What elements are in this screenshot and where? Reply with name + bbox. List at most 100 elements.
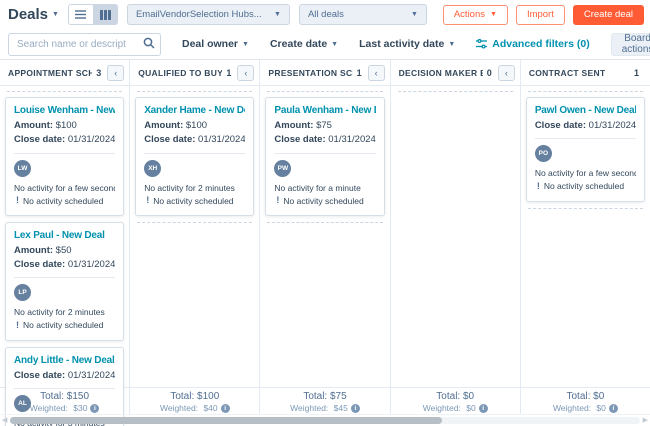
- chevron-down-icon: ▼: [490, 11, 497, 18]
- last-activity-date-filter[interactable]: Last activity date ▼: [359, 38, 455, 50]
- horizontal-scrollbar: ◀ ▶: [0, 414, 650, 425]
- warning-icon: !: [146, 195, 150, 206]
- create-date-filter-label: Create date: [269, 38, 328, 50]
- scheduled-status: ! No activity scheduled: [535, 180, 636, 194]
- amount-row: Amount: $75: [274, 119, 375, 133]
- import-button[interactable]: Import: [515, 4, 565, 25]
- column-total-label: Total:: [40, 391, 65, 402]
- search-input[interactable]: [8, 32, 161, 56]
- column-count: 1: [356, 67, 362, 78]
- column-footer: Total: $150 Weighted: $30 i: [0, 388, 131, 414]
- collapse-column-button[interactable]: ‹: [237, 64, 255, 81]
- drop-slot-line: [7, 91, 123, 92]
- advanced-filters-link[interactable]: Advanced filters (0): [476, 38, 590, 50]
- column-count: 3: [96, 67, 102, 78]
- close-date-row: Close date: 01/31/2024: [14, 258, 115, 272]
- create-date-filter[interactable]: Create date ▼: [270, 38, 338, 50]
- top-bar: Deals ▼ EmailVendorSelection Hubs... ▼ A…: [0, 0, 650, 29]
- card-list: Paula Wenham - New Deal Amount: $75 Clos…: [265, 97, 385, 223]
- column-count: 1: [226, 67, 232, 78]
- deals-view-select[interactable]: All deals ▼: [298, 4, 427, 25]
- view-toggle: [67, 4, 118, 25]
- column-footer: Total: $75 Weighted: $45 i: [260, 388, 391, 414]
- pipeline-select-value: EmailVendorSelection Hubs...: [135, 9, 262, 20]
- column-count: 1: [634, 67, 640, 78]
- column-total-label: Total:: [566, 391, 591, 402]
- card-divider: [274, 152, 376, 154]
- deal-card[interactable]: Paula Wenham - New Deal Amount: $75 Clos…: [265, 97, 385, 216]
- search-box: [8, 32, 161, 56]
- chevron-down-icon: ▼: [411, 11, 418, 18]
- deal-title-link[interactable]: Pawl Owen - New Deal: [535, 104, 636, 117]
- deal-owner-filter[interactable]: Deal owner ▼: [182, 38, 249, 50]
- last-activity-date-filter-label: Last activity date: [359, 38, 445, 50]
- card-divider: [14, 152, 116, 154]
- chevron-down-icon: ▼: [274, 11, 281, 18]
- chevron-down-icon: ▼: [242, 40, 249, 48]
- amount-label: Amount:: [274, 120, 314, 131]
- column-body: Pawl Owen - New Deal Close date: 01/31/2…: [521, 86, 650, 387]
- amount-value: $75: [313, 120, 332, 131]
- info-icon[interactable]: i: [608, 403, 618, 413]
- page-title-menu[interactable]: Deals ▼: [8, 6, 59, 23]
- collapse-column-button[interactable]: ‹: [367, 64, 385, 81]
- deal-title-link[interactable]: Andy Little - New Deal: [14, 354, 115, 367]
- column-total-value: $0: [460, 391, 475, 402]
- deal-card[interactable]: Pawl Owen - New Deal Close date: 01/31/2…: [525, 97, 646, 202]
- info-icon[interactable]: i: [220, 403, 230, 413]
- scheduled-status: ! No activity scheduled: [274, 194, 375, 208]
- scroll-left-arrow-icon[interactable]: ◀: [2, 416, 7, 424]
- collapse-column-button[interactable]: ‹: [107, 64, 125, 81]
- column-weighted-value: $40: [201, 403, 218, 413]
- avatar[interactable]: XH: [144, 159, 162, 177]
- deal-card[interactable]: Louise Wenham - New Deal Amount: $100 Cl…: [5, 97, 125, 216]
- deal-title-link[interactable]: Louise Wenham - New Deal: [14, 104, 115, 117]
- scrollbar-thumb[interactable]: [10, 417, 442, 424]
- amount-label: Amount:: [14, 244, 54, 256]
- scroll-right-arrow-icon[interactable]: ▶: [643, 416, 648, 424]
- close-date-value: 01/31/2024: [586, 120, 637, 131]
- amount-value: $50: [53, 244, 72, 256]
- info-icon[interactable]: i: [478, 403, 488, 413]
- scheduled-status: ! No activity scheduled: [14, 319, 115, 333]
- activity-status: No activity for a few seconds: [14, 182, 116, 193]
- column-weighted: Weighted: $30 i: [0, 403, 129, 413]
- warning-icon: !: [276, 195, 280, 206]
- column-total: Total: $150: [0, 390, 129, 403]
- avatar[interactable]: PO: [534, 145, 552, 163]
- column-weighted: Weighted: $45 i: [260, 403, 389, 413]
- column-headers: APPOINTMENT SCHEDULED 3 ‹ QUALIFIED TO B…: [0, 60, 650, 86]
- column-header: DECISION MAKER BOUGHT-... 0 ‹: [391, 60, 521, 85]
- amount-row: Amount: $100: [14, 119, 115, 133]
- create-deal-button[interactable]: Create deal: [572, 4, 644, 25]
- deal-title-link[interactable]: Lex Paul - New Deal: [14, 229, 115, 242]
- list-view-button[interactable]: [67, 4, 93, 25]
- collapse-column-button[interactable]: ‹: [497, 64, 515, 81]
- pipeline-select[interactable]: EmailVendorSelection Hubs... ▼: [126, 4, 290, 25]
- deal-title-link[interactable]: Xander Hame - New Deal: [144, 104, 245, 117]
- avatar[interactable]: PW: [274, 159, 292, 177]
- board-actions-button[interactable]: Board actions ▼: [610, 32, 650, 56]
- card-list: Xander Hame - New Deal Amount: $100 Clos…: [135, 97, 255, 223]
- activity-status: No activity for 2 minutes: [144, 182, 235, 193]
- column-total-value: $75: [327, 391, 347, 402]
- deal-title-link[interactable]: Paula Wenham - New Deal: [274, 104, 375, 117]
- activity-status: No activity for a minute: [274, 182, 361, 193]
- avatar[interactable]: LW: [14, 159, 31, 177]
- deal-owner-filter-label: Deal owner: [182, 38, 239, 50]
- close-date-value: 01/31/2024: [65, 369, 116, 381]
- column-bodies: Louise Wenham - New Deal Amount: $100 Cl…: [0, 86, 650, 426]
- deal-card[interactable]: Lex Paul - New Deal Amount: $50 Close da…: [5, 221, 125, 341]
- actions-button[interactable]: Actions ▼: [442, 4, 508, 25]
- avatar[interactable]: LP: [14, 284, 31, 302]
- column-weighted: Weighted: $40 i: [130, 403, 259, 413]
- column-total-label: Total:: [170, 391, 195, 402]
- deal-card[interactable]: Xander Hame - New Deal Amount: $100 Clos…: [135, 97, 255, 216]
- info-icon[interactable]: i: [350, 403, 360, 413]
- advanced-filters-label: Advanced filters (0): [492, 38, 590, 50]
- info-icon[interactable]: i: [90, 403, 100, 413]
- warning-icon: !: [536, 181, 540, 191]
- close-date-row: Close date: 01/31/2024: [535, 119, 636, 133]
- board-view-button[interactable]: [92, 4, 118, 25]
- column-header: APPOINTMENT SCHEDULED 3 ‹: [0, 60, 131, 85]
